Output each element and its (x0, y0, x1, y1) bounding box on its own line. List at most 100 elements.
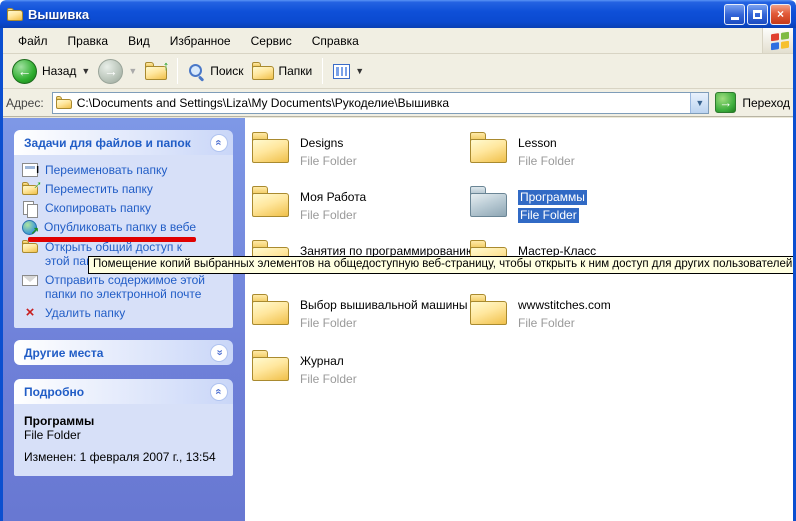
details-item-type: File Folder (24, 428, 223, 442)
file-list-area[interactable]: Designs File Folder Lesson File Folder М… (245, 118, 796, 521)
task-delete-folder[interactable]: × Удалить папку (22, 306, 227, 320)
details-item-name: Программы (24, 414, 223, 428)
address-bar: Адрес: C:\Documents and Settings\Liza\My… (0, 89, 796, 117)
close-icon: × (777, 7, 784, 21)
maximize-button[interactable] (747, 4, 768, 25)
address-dropdown-button[interactable]: ▼ (690, 93, 708, 113)
address-input[interactable]: C:\Documents and Settings\Liza\My Docume… (77, 96, 686, 110)
toolbar: ← Назад ▼ → ▼ ↑ Поиск Папки ▼ (0, 54, 796, 89)
back-dropdown-caret[interactable]: ▼ (81, 66, 90, 76)
toolbar-separator (322, 58, 323, 84)
task-rename-folder[interactable]: Переименовать папку (22, 163, 227, 177)
menu-bar: Файл Правка Вид Избранное Сервис Справка (0, 28, 796, 54)
annotation-red-underline (28, 237, 196, 242)
tooltip: Помещение копий выбранных элементов на о… (88, 256, 796, 274)
task-email-folder[interactable]: Отправить содержимое этой папки по элект… (22, 273, 227, 301)
folder-icon-selected (470, 186, 507, 217)
minimize-button[interactable] (724, 4, 745, 25)
windows-flag-icon (771, 31, 789, 50)
forward-dropdown-caret: ▼ (128, 66, 137, 76)
close-button[interactable]: × (770, 4, 791, 25)
file-tile-lesson[interactable]: Lesson File Folder (470, 132, 682, 176)
main-area: Задачи для файлов и папок » Переименоват… (0, 118, 796, 521)
publish-web-icon (22, 220, 37, 235)
details-body: Программы File Folder Изменен: 1 февраля… (14, 404, 233, 476)
folder-icon (252, 350, 289, 381)
folder-icon (252, 132, 289, 163)
file-tile-programmy-selected[interactable]: Программы File Folder (470, 186, 682, 230)
window-border-left (0, 28, 3, 521)
window-title: Вышивка (28, 7, 89, 22)
address-label: Адрес: (6, 96, 46, 110)
file-tasks-header[interactable]: Задачи для файлов и папок » (14, 130, 233, 155)
go-label: Переход (742, 96, 790, 110)
views-dropdown-caret[interactable]: ▼ (355, 66, 364, 76)
views-button[interactable]: ▼ (329, 62, 368, 81)
window-folder-icon (7, 8, 23, 21)
other-places-header[interactable]: Другие места » (14, 340, 233, 365)
folder-icon (252, 294, 289, 325)
go-button[interactable]: → (715, 92, 736, 113)
folders-label: Папки (279, 64, 313, 78)
maximize-icon (753, 10, 762, 19)
task-pane: Задачи для файлов и папок » Переименоват… (0, 118, 245, 521)
task-publish-folder-web[interactable]: Опубликовать папку в вебе (22, 220, 227, 235)
address-folder-icon (56, 96, 72, 109)
other-places-title: Другие места (24, 346, 103, 360)
file-tile-moya-rabota[interactable]: Моя Работа File Folder (252, 186, 464, 230)
explorer-window: Вышивка × Файл Правка Вид Избранное Серв… (0, 0, 796, 521)
folders-icon (252, 62, 274, 80)
menu-file[interactable]: Файл (8, 29, 58, 53)
folder-icon (470, 294, 507, 325)
chevron-up-icon: » (214, 388, 225, 394)
menu-tools[interactable]: Сервис (241, 29, 302, 53)
menu-favorites[interactable]: Избранное (160, 29, 241, 53)
search-icon (188, 63, 205, 80)
views-icon (333, 64, 350, 79)
email-icon (22, 275, 38, 286)
details-item-modified: Изменен: 1 февраля 2007 г., 13:54 (24, 450, 223, 464)
file-tile-designs[interactable]: Designs File Folder (252, 132, 464, 176)
go-arrow-icon: → (719, 95, 732, 110)
address-combo[interactable]: C:\Documents and Settings\Liza\My Docume… (52, 92, 710, 114)
folder-icon (252, 186, 289, 217)
back-icon: ← (12, 59, 37, 84)
task-copy-folder[interactable]: Скопировать папку (22, 201, 227, 215)
windows-logo-panel (762, 28, 796, 53)
collapse-button[interactable]: » (210, 134, 228, 152)
file-tasks-title: Задачи для файлов и папок (24, 136, 191, 150)
menu-help[interactable]: Справка (302, 29, 369, 53)
search-label: Поиск (210, 64, 243, 78)
forward-icon: → (98, 59, 123, 84)
expand-button[interactable]: » (210, 344, 228, 362)
menu-view[interactable]: Вид (118, 29, 160, 53)
back-label: Назад (42, 64, 76, 78)
panel-other-places: Другие места » (14, 340, 233, 365)
search-button[interactable]: Поиск (184, 61, 247, 82)
details-header[interactable]: Подробно » (14, 379, 233, 404)
chevron-up-icon: » (214, 139, 225, 145)
folder-icon (470, 132, 507, 163)
rename-icon (22, 163, 38, 177)
collapse-button[interactable]: » (210, 383, 228, 401)
file-tile-wwwstitches[interactable]: wwwstitches.com File Folder (470, 294, 682, 338)
back-button[interactable]: ← Назад ▼ (8, 57, 94, 86)
up-folder-icon: ↑ (145, 62, 167, 80)
title-bar[interactable]: Вышивка × (0, 0, 796, 28)
copy-folder-icon (22, 201, 38, 215)
panel-details: Подробно » Программы File Folder Изменен… (14, 379, 233, 476)
toolbar-separator (177, 58, 178, 84)
file-tile-zhurnal[interactable]: Журнал File Folder (252, 350, 464, 394)
panel-file-tasks: Задачи для файлов и папок » Переименоват… (14, 130, 233, 328)
chevron-down-icon: » (214, 349, 225, 355)
move-folder-icon: ↑ (22, 182, 38, 195)
minimize-icon (731, 17, 739, 20)
menu-edit[interactable]: Правка (58, 29, 119, 53)
task-move-folder[interactable]: ↑ Переместить папку (22, 182, 227, 196)
forward-button[interactable]: → ▼ (94, 57, 141, 86)
details-title: Подробно (24, 385, 84, 399)
delete-icon: × (22, 306, 38, 320)
up-button[interactable]: ↑ (141, 60, 171, 82)
folders-button[interactable]: Папки (248, 60, 317, 82)
file-tile-vybor-mashiny[interactable]: Выбор вышивальной машины File Folder (252, 294, 464, 338)
